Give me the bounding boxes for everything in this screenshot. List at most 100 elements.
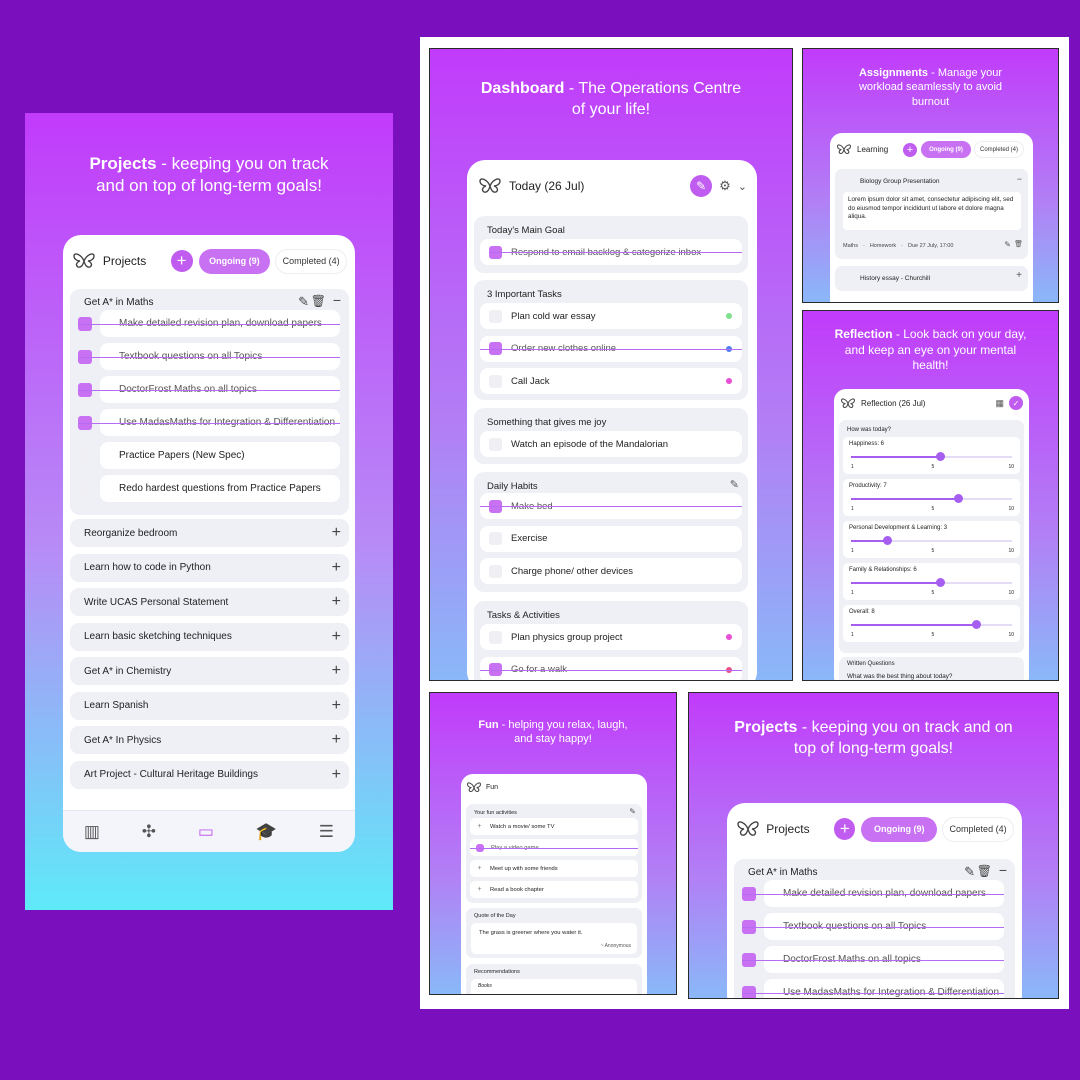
- task-row[interactable]: Call Jack: [480, 368, 742, 394]
- slider-knob[interactable]: [954, 494, 964, 503]
- expand-icon[interactable]: +: [1016, 270, 1022, 281]
- task-row[interactable]: + Watch a movie/ some TV: [470, 818, 638, 835]
- expand-icon[interactable]: +: [332, 697, 341, 715]
- tab-completed[interactable]: Completed (4): [942, 816, 1014, 842]
- task-row[interactable]: DoctorFrost Maths on all topics: [742, 946, 1004, 973]
- main-goal-row[interactable]: Respond to email backlog & categorize in…: [480, 239, 742, 265]
- checkbox[interactable]: [78, 448, 92, 463]
- edit-icon[interactable]: ✎: [1004, 240, 1011, 249]
- tab-ongoing[interactable]: Ongoing (9): [921, 141, 971, 158]
- graduation-cap-nav-icon[interactable]: 🎓: [256, 822, 277, 842]
- task-row[interactable]: Go for a walk: [480, 656, 742, 680]
- checkbox[interactable]: [842, 274, 851, 283]
- dashboard-nav-icon[interactable]: ▥: [84, 822, 100, 842]
- task-row[interactable]: DoctorFrost Maths on all topics: [78, 376, 340, 403]
- add-assignment-button[interactable]: +: [903, 142, 917, 157]
- task-row[interactable]: Make bed: [480, 493, 742, 519]
- slider-track[interactable]: [851, 494, 1012, 503]
- joy-row[interactable]: Watch an episode of the Mandalorian: [480, 431, 742, 457]
- rating-slider[interactable]: Personal Development & Learning: 3 1 5 10: [843, 521, 1020, 558]
- edit-icon[interactable]: ✎: [629, 807, 636, 816]
- trash-icon[interactable]: 🗑: [1014, 240, 1023, 248]
- tab-completed[interactable]: Completed (4): [275, 248, 348, 274]
- chevron-down-icon[interactable]: ⌄: [738, 180, 747, 193]
- project-item[interactable]: Learn Spanish +: [70, 691, 349, 720]
- rating-slider[interactable]: Productivity: 7 1 5 10: [843, 479, 1020, 516]
- checkbox[interactable]: [489, 309, 502, 323]
- task-row[interactable]: Textbook questions on all Topics: [78, 343, 340, 370]
- task-row[interactable]: Plan cold war essay: [480, 303, 742, 329]
- journal-nav-icon[interactable]: ☰: [319, 822, 334, 842]
- rating-slider[interactable]: Happiness: 6 1 5 10: [843, 437, 1020, 474]
- tab-ongoing[interactable]: Ongoing (9): [861, 816, 938, 842]
- trash-icon[interactable]: 🗑: [977, 864, 992, 878]
- project-item[interactable]: Write UCAS Personal Statement +: [70, 588, 349, 616]
- rating-slider[interactable]: Family & Relationships: 6 1 5 10: [843, 563, 1020, 600]
- collapse-icon[interactable]: −: [333, 292, 341, 308]
- collapse-icon[interactable]: −: [999, 862, 1007, 878]
- task-row[interactable]: Charge phone/ other devices: [480, 558, 742, 584]
- checkbox[interactable]: [489, 630, 502, 644]
- project-item[interactable]: Learn how to code in Python +: [70, 553, 349, 582]
- expand-icon[interactable]: +: [332, 628, 341, 646]
- checkbox[interactable]: [489, 564, 502, 578]
- task-row[interactable]: + Read a book chapter: [470, 881, 638, 898]
- task-row[interactable]: + Meet up with some friends: [470, 860, 638, 877]
- task-row[interactable]: Make detailed revision plan, download pa…: [742, 880, 1004, 907]
- edit-icon[interactable]: ✎: [730, 478, 739, 491]
- add-project-button[interactable]: +: [170, 250, 193, 272]
- task-row[interactable]: Use MadasMaths for Integration & Differe…: [78, 409, 340, 436]
- expand-icon[interactable]: +: [332, 662, 341, 680]
- project-item[interactable]: Get A* In Physics +: [70, 726, 349, 754]
- assignment-description[interactable]: Lorem ipsum dolor sit amet, consectetur …: [843, 192, 1021, 230]
- add-icon[interactable]: +: [476, 865, 483, 872]
- expand-icon[interactable]: +: [332, 593, 341, 611]
- tab-ongoing[interactable]: Ongoing (9): [198, 248, 271, 274]
- project-item[interactable]: Get A* in Chemistry +: [70, 657, 349, 685]
- slider-knob[interactable]: [972, 620, 982, 629]
- rating-slider[interactable]: Overall: 8 1 5 10: [843, 605, 1020, 642]
- tab-completed[interactable]: Completed (4): [974, 141, 1024, 158]
- add-project-button[interactable]: +: [834, 818, 856, 840]
- projects-nav-icon[interactable]: ▭: [198, 822, 214, 842]
- task-row[interactable]: Make detailed revision plan, download pa…: [78, 310, 340, 337]
- checkbox[interactable]: [78, 481, 92, 496]
- expand-icon[interactable]: +: [332, 559, 341, 577]
- project-item[interactable]: Reorganize bedroom +: [70, 519, 349, 547]
- check-icon[interactable]: ✓: [1009, 396, 1023, 410]
- task-row[interactable]: Use MadasMaths for Integration & Differe…: [742, 979, 1004, 998]
- task-row[interactable]: Play a video game: [470, 839, 638, 856]
- checkbox[interactable]: [489, 532, 502, 545]
- task-row[interactable]: Order new clothes online: [480, 335, 742, 362]
- slider-knob[interactable]: [936, 452, 946, 461]
- slider-knob[interactable]: [936, 578, 946, 587]
- add-icon[interactable]: +: [476, 823, 483, 830]
- expand-icon[interactable]: +: [332, 766, 341, 784]
- checkbox[interactable]: [489, 374, 502, 388]
- task-row[interactable]: Exercise: [480, 525, 742, 552]
- slider-track[interactable]: [851, 620, 1012, 629]
- project-item[interactable]: Learn basic sketching techniques +: [70, 622, 349, 651]
- puzzle-nav-icon[interactable]: ✣: [142, 822, 156, 842]
- slider-knob[interactable]: [882, 536, 892, 545]
- gear-icon[interactable]: ⚙: [719, 178, 731, 194]
- task-row[interactable]: Plan physics group project: [480, 624, 742, 650]
- task-row[interactable]: Textbook questions on all Topics: [742, 913, 1004, 940]
- calendar-icon[interactable]: ▦: [995, 398, 1004, 409]
- checkbox[interactable]: [842, 177, 851, 186]
- assignment-item-expanded[interactable]: Biology Group Presentation − Lorem ipsum…: [835, 169, 1028, 259]
- task-row[interactable]: Redo hardest questions from Practice Pap…: [78, 475, 340, 502]
- edit-icon[interactable]: ✎: [298, 294, 309, 310]
- project-item[interactable]: Art Project - Cultural Heritage Building…: [70, 760, 349, 789]
- task-row[interactable]: Practice Papers (New Spec): [78, 442, 340, 469]
- add-icon[interactable]: +: [476, 886, 483, 893]
- trash-icon[interactable]: 🗑: [311, 294, 326, 308]
- slider-track[interactable]: [851, 452, 1012, 461]
- expand-icon[interactable]: +: [332, 731, 341, 749]
- expand-icon[interactable]: +: [332, 524, 341, 542]
- checkbox[interactable]: [489, 437, 502, 451]
- edit-icon[interactable]: ✎: [690, 175, 713, 197]
- assignment-item[interactable]: History essay - Churchill +: [835, 266, 1028, 291]
- edit-icon[interactable]: ✎: [964, 864, 975, 880]
- slider-track[interactable]: [851, 578, 1012, 587]
